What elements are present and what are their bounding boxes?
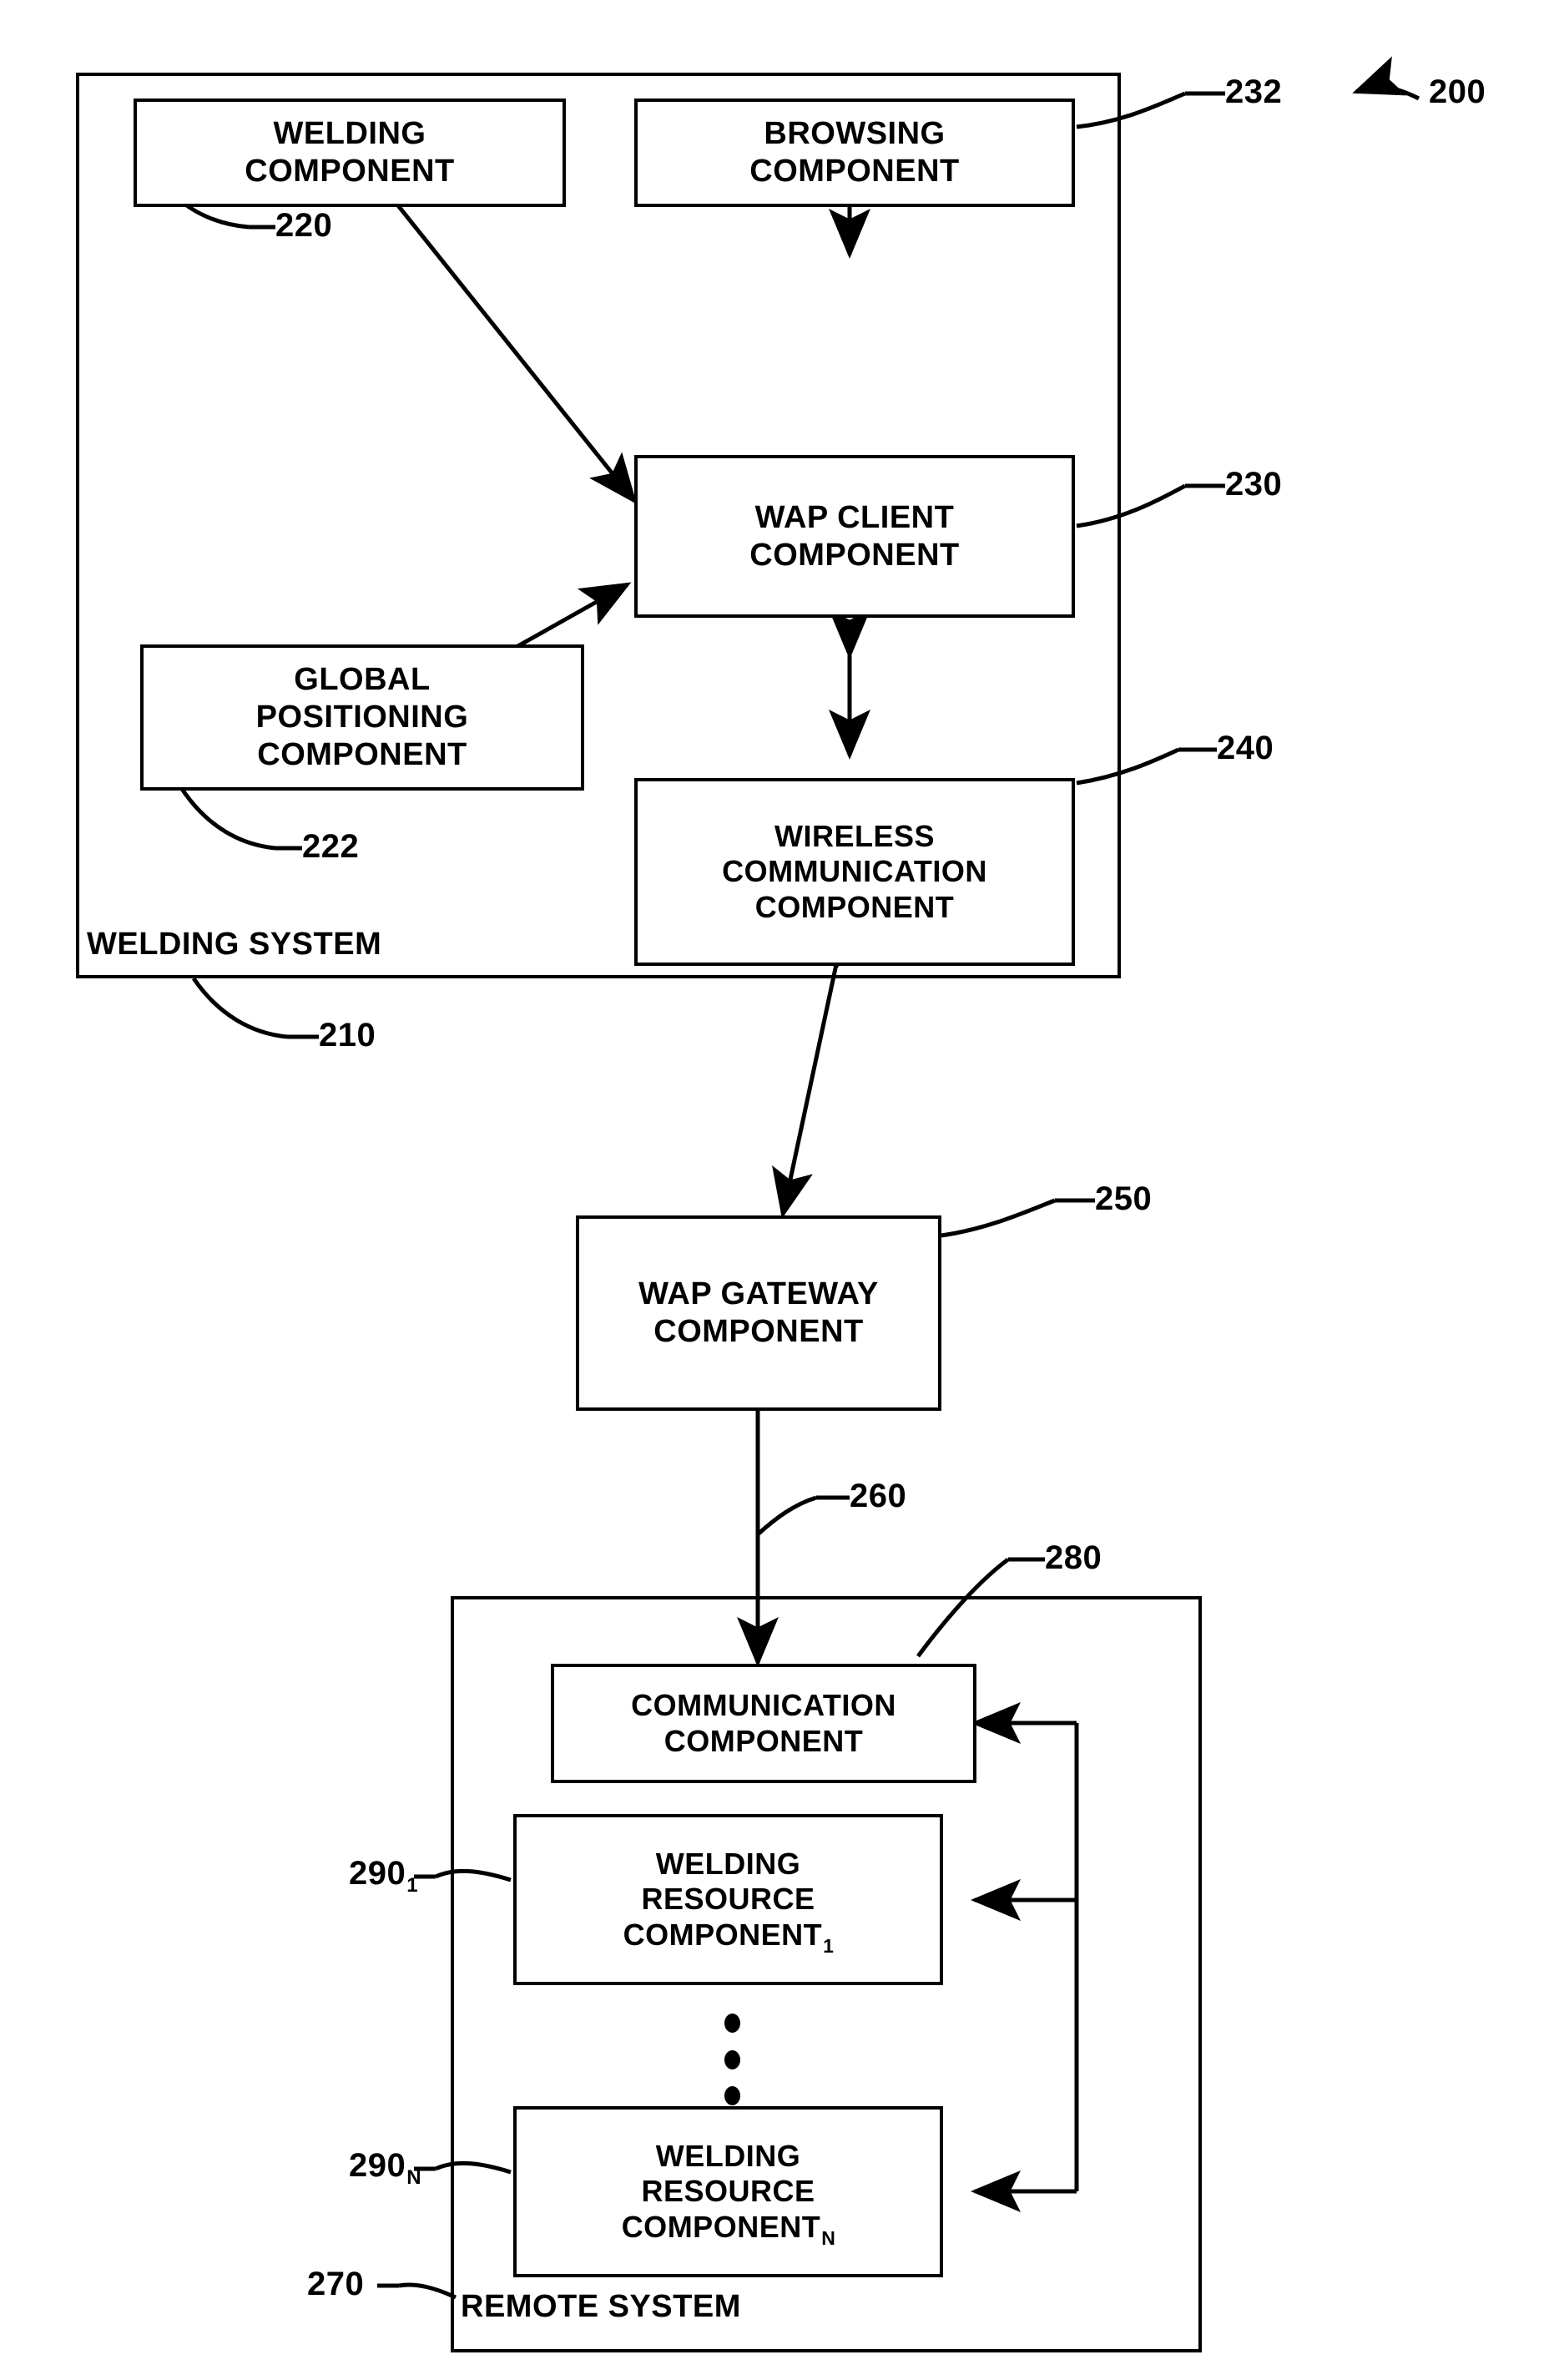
ellipsis-dot-2 (724, 2049, 740, 2069)
welding-resource-component-1-line-2: RESOURCE (641, 1882, 815, 1917)
ref-250: 250 (1095, 1180, 1153, 1217)
welding-resource-component-n-line-3: COMPONENTN (621, 2209, 835, 2249)
leader-250 (941, 1198, 1056, 1238)
welding-resource-component-1-line-3-text: COMPONENT (623, 1917, 823, 1952)
browsing-component-line-1: BROWSING (764, 116, 946, 152)
arrow-wireless-to-gateway (772, 918, 865, 1219)
leader-260 (756, 1495, 817, 1536)
ellipsis-dot-1 (724, 2014, 740, 2033)
wireless-communication-component-box[interactable]: WIRELESS COMMUNICATION COMPONENT (634, 778, 1075, 966)
welding-resource-component-1-line-1: WELDING (655, 1846, 801, 1881)
wap-gateway-component-box[interactable]: WAP GATEWAY COMPONENT (576, 1215, 941, 1411)
welding-component-line-2: COMPONENT (245, 154, 455, 189)
welding-component-box[interactable]: WELDING COMPONENT (134, 99, 566, 207)
welding-system-label: WELDING SYSTEM (87, 927, 382, 962)
ref-290-n-number: 290 (349, 2147, 406, 2184)
wap-gateway-component-line-1: WAP GATEWAY (638, 1276, 879, 1312)
wap-client-component-box[interactable]: WAP CLIENT COMPONENT (634, 455, 1075, 618)
leader-270 (398, 2282, 457, 2300)
ref-280: 280 (1045, 1539, 1102, 1576)
wap-gateway-component-line-2: COMPONENT (653, 1314, 864, 1349)
communication-component-line-2: COMPONENT (663, 1723, 864, 1758)
patent-figure-200: WAP Client Component (diagonal double ar… (0, 0, 1564, 2380)
leader-210 (191, 977, 288, 1039)
ref-230: 230 (1225, 466, 1283, 503)
ref-220: 220 (275, 207, 333, 244)
ref-290-1: 2901 (349, 1855, 418, 1897)
ellipsis-dot-3 (724, 2086, 740, 2105)
welding-resource-component-n-box[interactable]: WELDING RESOURCE COMPONENTN (513, 2106, 943, 2277)
vertical-ellipsis (723, 2014, 741, 2105)
welding-resource-component-1-box[interactable]: WELDING RESOURCE COMPONENT1 (513, 1814, 943, 1985)
global-positioning-component-line-2: POSITIONING (255, 700, 469, 735)
ref-240: 240 (1217, 730, 1274, 766)
welding-resource-component-n-subscript: N (821, 2226, 836, 2249)
ref-290-1-subscript: 1 (406, 1874, 419, 1897)
ref-290-1-number: 290 (349, 1855, 406, 1892)
wap-client-component-line-1: WAP CLIENT (754, 499, 955, 535)
ref-290-n-subscript: N (406, 2166, 422, 2189)
wireless-communication-component-line-3: COMPONENT (754, 889, 955, 924)
welding-component-line-1: WELDING (273, 116, 426, 152)
remote-system-label: REMOTE SYSTEM (461, 2289, 741, 2324)
ref-222: 222 (302, 828, 360, 865)
communication-component-line-1: COMMUNICATION (631, 1688, 896, 1723)
communication-component-box[interactable]: COMMUNICATION COMPONENT (551, 1664, 976, 1783)
welding-resource-component-n-line-3-text: COMPONENT (621, 2209, 821, 2244)
global-positioning-component-line-1: GLOBAL (294, 662, 431, 698)
browsing-component-box[interactable]: BROWSING COMPONENT (634, 99, 1075, 207)
browsing-component-line-2: COMPONENT (749, 154, 960, 189)
welding-resource-component-1-subscript: 1 (823, 1934, 835, 1957)
welding-resource-component-n-line-2: RESOURCE (641, 2174, 815, 2209)
welding-resource-component-1-line-3: COMPONENT1 (623, 1917, 834, 1957)
global-positioning-component-box[interactable]: GLOBAL POSITIONING COMPONENT (140, 644, 584, 791)
ref-290-n: 290N (349, 2147, 421, 2189)
leader-200 (1352, 56, 1420, 101)
ref-200: 200 (1429, 73, 1486, 110)
wap-client-component-line-2: COMPONENT (749, 537, 960, 573)
ref-270: 270 (307, 2266, 365, 2302)
wireless-communication-component-line-2: COMMUNICATION (722, 854, 987, 889)
wireless-communication-component-line-1: WIRELESS (774, 818, 935, 853)
ref-260: 260 (850, 1478, 907, 1514)
global-positioning-component-line-3: COMPONENT (257, 736, 467, 772)
ref-232: 232 (1225, 73, 1283, 110)
ref-210: 210 (319, 1017, 376, 1054)
welding-resource-component-n-line-1: WELDING (655, 2138, 801, 2173)
